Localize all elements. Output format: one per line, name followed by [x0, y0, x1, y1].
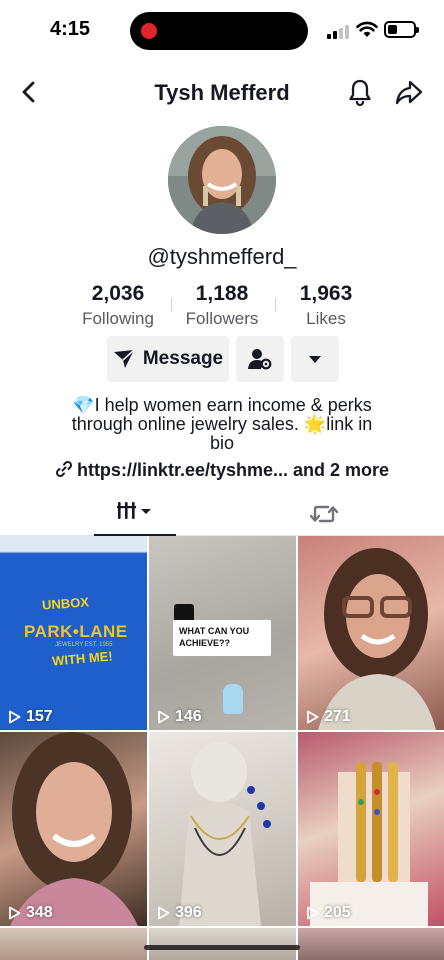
profile-username: @tyshmefferd_: [147, 244, 297, 269]
bell-icon[interactable]: [344, 76, 376, 108]
profile-stats: 2,036 Following 1,188 Followers 1,963 Li…: [0, 282, 444, 332]
share-icon[interactable]: [393, 76, 425, 108]
stat-value: 1,188: [195, 282, 249, 305]
status-bar: 4:15: [0, 0, 444, 62]
stat-likes[interactable]: 1,963 Likes: [271, 282, 381, 329]
view-count-value: 271: [324, 708, 351, 725]
video-thumbnail[interactable]: UNBOX PARK•LANE JEWELRY EST. 1955 WITH M…: [0, 536, 147, 730]
stat-value: 1,963: [299, 282, 353, 305]
videos-grid-icon: [117, 502, 151, 519]
video-thumbnail[interactable]: WHAT CAN YOU ACHIEVE?? 146: [149, 536, 296, 730]
view-count: 205: [306, 904, 351, 922]
video-thumbnail[interactable]: 396: [149, 732, 296, 926]
bracelets-image: [310, 762, 428, 926]
battery-icon: [384, 21, 419, 38]
caret-down-icon: [309, 356, 321, 363]
user-settings-icon: [248, 349, 272, 370]
stat-label: Followers: [185, 309, 259, 328]
play-icon: [307, 906, 319, 920]
page-title: Tysh Mefferd: [154, 80, 290, 105]
status-time: 4:15: [50, 18, 91, 40]
necklace-display-image: [179, 742, 271, 926]
video-thumbnail[interactable]: 348: [0, 732, 147, 926]
bio-line: through online jewelry sales. 🌟link in: [71, 414, 373, 434]
profile-bio: 💎I help women earn income & perks throug…: [40, 396, 404, 453]
view-count: 157: [8, 708, 53, 726]
view-count: 146: [157, 708, 202, 726]
tab-videos[interactable]: [94, 500, 176, 536]
video-thumbnail[interactable]: 271: [298, 536, 444, 730]
profile-header: Tysh Mefferd: [0, 70, 444, 114]
play-icon: [158, 710, 170, 724]
message-button[interactable]: Message: [107, 336, 229, 382]
play-icon: [9, 906, 21, 920]
sneaker-shape: [223, 684, 243, 714]
wifi-icon: [356, 21, 378, 37]
avatar[interactable]: [168, 126, 276, 234]
view-count-value: 157: [26, 708, 53, 725]
bio-line: 💎I help women earn income & perks: [72, 395, 372, 415]
recording-indicator-icon: [141, 23, 157, 39]
content-tabs: [0, 494, 444, 536]
link-icon: [55, 461, 72, 477]
stat-value: 2,036: [91, 282, 145, 305]
view-count: 396: [157, 904, 202, 922]
view-count-value: 146: [175, 708, 202, 725]
thumbnail-overlay-text: JEWELRY EST. 1955: [55, 642, 113, 648]
view-count: 348: [8, 904, 53, 922]
video-thumbnail-partial[interactable]: [298, 928, 444, 960]
view-count-value: 396: [175, 904, 202, 921]
stat-following[interactable]: 2,036 Following: [63, 282, 173, 329]
stat-followers[interactable]: 1,188 Followers: [167, 282, 277, 329]
play-icon: [158, 906, 170, 920]
home-indicator[interactable]: [144, 945, 300, 950]
view-count-value: 205: [324, 904, 351, 921]
bio-line: bio: [209, 433, 235, 453]
video-thumbnail-partial[interactable]: [0, 928, 147, 960]
stat-label: Following: [82, 309, 154, 328]
video-thumbnail-partial[interactable]: [149, 928, 296, 960]
bio-link[interactable]: https://linktr.ee/tyshme... and 2 more: [0, 460, 444, 481]
bio-link-text: https://linktr.ee/tyshme... and 2 more: [76, 460, 390, 480]
play-icon: [9, 710, 21, 724]
repost-icon[interactable]: [308, 500, 340, 528]
stat-label: Likes: [306, 309, 346, 328]
thumbnail-overlay-text: WHAT CAN YOU ACHIEVE??: [173, 620, 271, 656]
video-thumbnail[interactable]: 205: [298, 732, 444, 926]
send-icon: [113, 349, 135, 368]
thumbnail-overlay-text: PARK•LANE: [24, 622, 128, 641]
dynamic-island: [130, 12, 308, 50]
portrait-image: [10, 732, 138, 926]
play-icon: [307, 710, 319, 724]
view-count-value: 348: [26, 904, 53, 921]
view-count: 271: [306, 708, 351, 726]
message-button-label: Message: [142, 348, 224, 369]
more-options-button[interactable]: [291, 336, 339, 382]
following-settings-button[interactable]: [236, 336, 284, 382]
portrait-image: [318, 548, 436, 730]
signal-icon: [327, 25, 349, 39]
